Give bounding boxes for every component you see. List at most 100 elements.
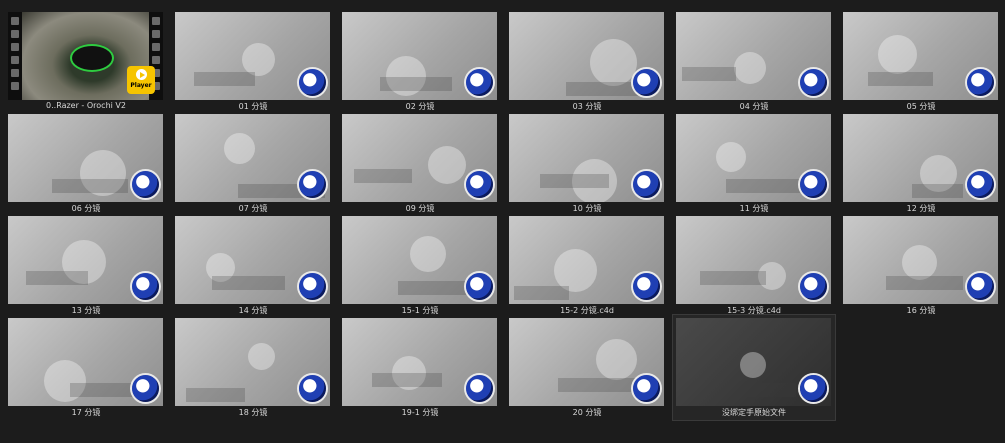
- file-thumbnail[interactable]: [843, 114, 998, 202]
- film-strip-icon: [8, 12, 22, 100]
- file-tile[interactable]: 15-3 分镜.c4d: [673, 213, 835, 318]
- player-badge[interactable]: Player: [127, 66, 155, 94]
- file-thumbnail[interactable]: [676, 216, 831, 304]
- cinema4d-icon: [466, 273, 493, 300]
- render-preview-shape: [26, 271, 88, 285]
- file-tile[interactable]: 没绑定手原始文件: [672, 314, 836, 421]
- render-preview-shape: [52, 179, 128, 193]
- render-preview-shape: [902, 245, 937, 280]
- file-name-label: 没绑定手原始文件: [722, 408, 786, 417]
- file-tile[interactable]: 03 分镜: [506, 9, 668, 114]
- render-preview-shape: [540, 174, 609, 188]
- file-thumbnail[interactable]: Player: [8, 12, 163, 100]
- file-thumbnail[interactable]: [175, 216, 330, 304]
- file-tile[interactable]: 11 分镜: [673, 111, 835, 216]
- file-tile[interactable]: 15-2 分镜.c4d: [506, 213, 668, 318]
- render-preview-shape: [726, 179, 806, 193]
- file-thumbnail[interactable]: [175, 114, 330, 202]
- render-preview-shape: [212, 276, 285, 290]
- file-tile[interactable]: 01 分镜: [172, 9, 334, 114]
- file-tile[interactable]: 05 分镜: [840, 9, 1002, 114]
- cinema4d-icon: [967, 69, 994, 96]
- render-preview-shape: [740, 352, 766, 378]
- file-tile[interactable]: 13 分镜: [5, 213, 167, 318]
- render-preview-shape: [868, 72, 933, 86]
- file-thumbnail[interactable]: [509, 216, 664, 304]
- cinema4d-icon: [299, 273, 326, 300]
- play-icon: [135, 69, 147, 80]
- file-tile[interactable]: 20 分镜: [506, 315, 668, 420]
- render-preview-shape: [716, 142, 746, 172]
- render-preview-shape: [372, 373, 442, 387]
- file-thumbnail[interactable]: [8, 318, 163, 406]
- cinema4d-icon: [633, 375, 660, 402]
- file-thumbnail[interactable]: [342, 216, 497, 304]
- file-thumbnail[interactable]: [509, 12, 664, 100]
- cinema4d-icon: [299, 171, 326, 198]
- file-thumbnail[interactable]: [676, 114, 831, 202]
- render-preview-shape: [194, 72, 255, 86]
- file-tile[interactable]: 14 分镜: [172, 213, 334, 318]
- cinema4d-icon: [633, 69, 660, 96]
- file-tile[interactable]: 18 分镜: [172, 315, 334, 420]
- render-preview-shape: [596, 339, 637, 380]
- cinema4d-icon: [967, 273, 994, 300]
- file-thumbnail[interactable]: [8, 114, 163, 202]
- cinema4d-icon: [466, 69, 493, 96]
- cinema4d-icon: [800, 273, 827, 300]
- render-preview-shape: [248, 343, 275, 370]
- file-name-label: 16 分镜: [906, 306, 936, 315]
- file-grid: Player 0..Razer - Orochi V2 01 分镜 02 分镜 03 分…: [0, 0, 1005, 443]
- file-tile[interactable]: 04 分镜: [673, 9, 835, 114]
- render-preview-shape: [186, 388, 245, 402]
- cinema4d-icon: [132, 171, 159, 198]
- file-thumbnail[interactable]: [676, 318, 831, 406]
- cinema4d-icon: [299, 375, 326, 402]
- render-preview-shape: [878, 35, 917, 74]
- file-name-label: 20 分镜: [572, 408, 602, 417]
- cinema4d-icon: [132, 375, 159, 402]
- render-preview-shape: [700, 271, 766, 285]
- render-preview-shape: [380, 77, 452, 91]
- render-preview-shape: [912, 184, 963, 198]
- file-thumbnail[interactable]: [843, 12, 998, 100]
- render-preview-shape: [734, 52, 766, 84]
- render-preview-shape: [886, 276, 963, 290]
- file-thumbnail[interactable]: [509, 318, 664, 406]
- file-tile[interactable]: 07 分镜: [172, 111, 334, 216]
- file-tile[interactable]: 16 分镜: [840, 213, 1002, 318]
- cinema4d-icon: [633, 273, 660, 300]
- file-tile[interactable]: 10 分镜: [506, 111, 668, 216]
- file-thumbnail[interactable]: [342, 114, 497, 202]
- render-preview-shape: [410, 236, 446, 272]
- file-thumbnail[interactable]: [843, 216, 998, 304]
- file-tile[interactable]: 12 分镜: [840, 111, 1002, 216]
- file-thumbnail[interactable]: [175, 318, 330, 406]
- file-name-label: 0..Razer - Orochi V2: [46, 101, 126, 110]
- cinema4d-icon: [800, 375, 827, 402]
- player-badge-label: Player: [130, 82, 152, 89]
- file-tile[interactable]: 06 分镜: [5, 111, 167, 216]
- file-tile[interactable]: 17 分镜: [5, 315, 167, 420]
- file-thumbnail[interactable]: [509, 114, 664, 202]
- cinema4d-icon: [800, 171, 827, 198]
- render-preview-shape: [224, 133, 255, 164]
- file-tile[interactable]: 09 分镜: [339, 111, 501, 216]
- file-name-label: 18 分镜: [238, 408, 268, 417]
- cinema4d-icon: [633, 171, 660, 198]
- cinema4d-icon: [299, 69, 326, 96]
- render-preview-shape: [682, 67, 736, 81]
- file-thumbnail[interactable]: [8, 216, 163, 304]
- file-tile[interactable]: Player 0..Razer - Orochi V2: [5, 9, 167, 114]
- cinema4d-icon: [466, 375, 493, 402]
- file-thumbnail[interactable]: [676, 12, 831, 100]
- render-preview-shape: [354, 169, 412, 183]
- file-tile[interactable]: 02 分镜: [339, 9, 501, 114]
- cinema4d-icon: [967, 171, 994, 198]
- file-name-label: 19-1 分镜: [401, 408, 439, 417]
- file-thumbnail[interactable]: [342, 12, 497, 100]
- file-thumbnail[interactable]: [175, 12, 330, 100]
- file-tile[interactable]: 15-1 分镜: [339, 213, 501, 318]
- file-thumbnail[interactable]: [342, 318, 497, 406]
- file-tile[interactable]: 19-1 分镜: [339, 315, 501, 420]
